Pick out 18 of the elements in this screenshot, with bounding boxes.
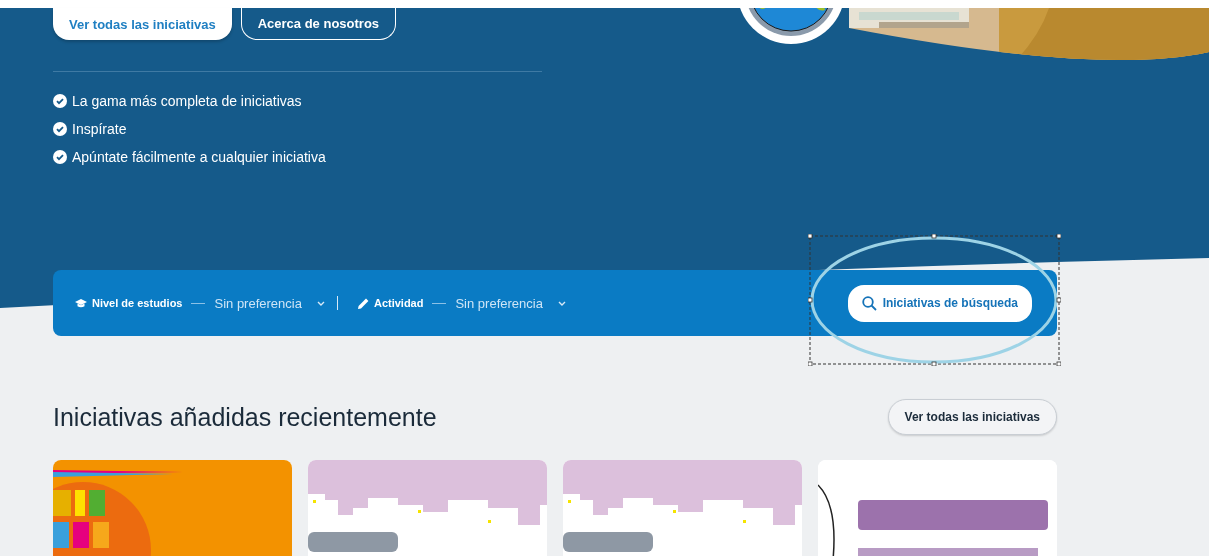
check-circle-icon: [53, 150, 67, 164]
chevron-down-icon: [316, 300, 325, 306]
feature-text: La gama más completa de iniciativas: [72, 93, 302, 109]
chevron-down-icon: [557, 300, 566, 306]
filter-dropdown[interactable]: Nivel de estudios Sin preferencia: [75, 295, 325, 311]
graduation-cap-icon: [75, 298, 87, 308]
feature-text: Apúntate fácilmente a cualquier iniciativa: [72, 149, 326, 165]
search-button[interactable]: Iniciativas de búsqueda: [847, 284, 1032, 322]
feature-text: Inspírate: [72, 121, 127, 137]
check-circle-icon: [53, 122, 67, 136]
search-icon: [861, 295, 877, 311]
pencil-icon: [357, 297, 369, 309]
check-circle-icon: [53, 94, 67, 108]
hero-button[interactable]: Ver todas las iniciativas: [53, 8, 232, 40]
hero-button[interactable]: Acerca de nosotros: [240, 8, 397, 40]
section-heading: Iniciativas añadidas recientemente: [53, 402, 437, 432]
view-all-button[interactable]: Ver todas las iniciativas: [887, 399, 1057, 435]
filter-dropdown[interactable]: Actividad Sin preferencia: [357, 295, 566, 311]
